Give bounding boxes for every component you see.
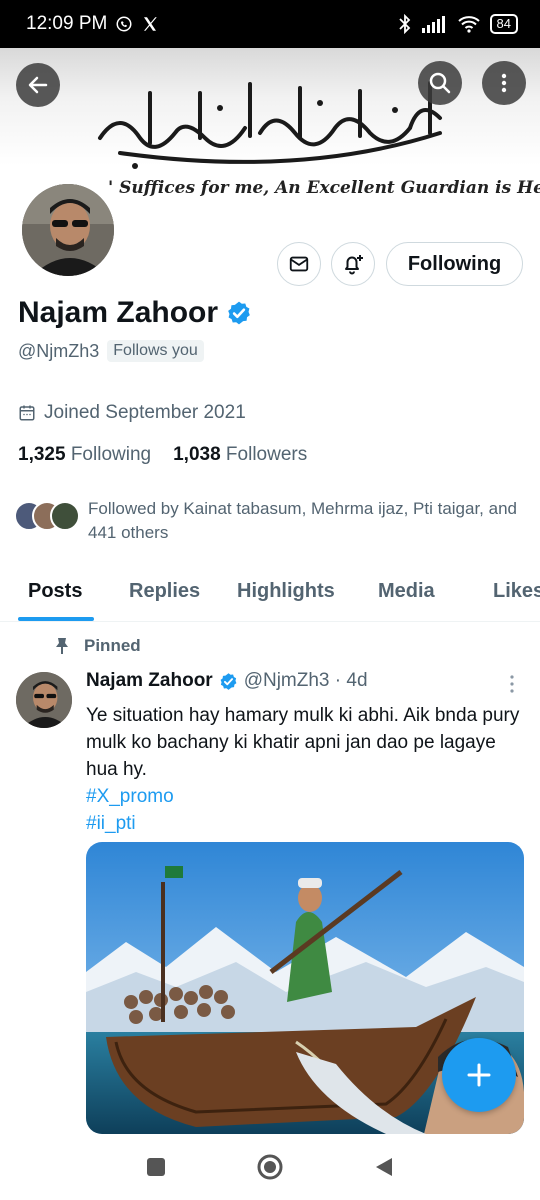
- back-button[interactable]: [16, 63, 60, 107]
- compose-post-button[interactable]: [442, 1038, 516, 1112]
- mutual-avatar: [50, 501, 80, 531]
- profile-handle: @NjmZh3: [18, 340, 100, 361]
- bluetooth-icon: [398, 14, 410, 34]
- profile-name-row: Najam Zahoor: [18, 296, 252, 330]
- following-stat[interactable]: 1,325 Following: [18, 444, 151, 466]
- tweet-text: Ye situation hay hamary mulk ki abhi. Ai…: [86, 705, 520, 780]
- nav-home-icon[interactable]: [256, 1153, 284, 1181]
- profile-name: Najam Zahoor: [18, 296, 219, 329]
- tab-highlights[interactable]: Highlights: [237, 580, 335, 603]
- followed-by-text: Followed by Kainat tabasum, Mehrma ijaz,…: [88, 499, 517, 542]
- calendar-icon: [19, 405, 35, 421]
- pinned-label: Pinned: [54, 636, 141, 656]
- pinned-text: Pinned: [84, 636, 141, 655]
- more-vertical-icon: [501, 73, 507, 93]
- following-label: Following: [70, 444, 152, 465]
- mutual-avatars: [14, 501, 80, 537]
- mail-icon: [289, 256, 309, 272]
- back-arrow-icon: [28, 76, 48, 94]
- follow-stats: 1,325 Following 1,038 Followers: [18, 444, 307, 466]
- system-nav-bar: [0, 1134, 540, 1200]
- wifi-icon: [457, 16, 480, 33]
- search-button[interactable]: [418, 61, 462, 105]
- message-button[interactable]: [277, 242, 321, 286]
- tweet-header: Najam Zahoor @NjmZh3 · 4d: [86, 670, 368, 692]
- following-button[interactable]: Following: [386, 242, 523, 286]
- pin-icon: [56, 638, 68, 654]
- tab-likes[interactable]: Likes: [493, 580, 540, 603]
- tweet-body: Ye situation hay hamary mulk ki abhi. Ai…: [86, 702, 526, 837]
- nav-recents-icon[interactable]: [146, 1157, 166, 1177]
- profile-handle-row: @NjmZh3 Follows you: [18, 340, 204, 362]
- notifications-button[interactable]: [331, 242, 375, 286]
- bell-plus-icon: [345, 255, 363, 275]
- search-icon: [429, 72, 451, 94]
- tab-replies[interactable]: Replies: [129, 580, 200, 603]
- nav-back-icon[interactable]: [374, 1156, 394, 1178]
- followers-label: Followers: [225, 444, 308, 465]
- more-options-button[interactable]: [482, 61, 526, 105]
- more-vertical-icon: [510, 675, 514, 693]
- status-time: 12:09 PM: [26, 13, 108, 34]
- x-logo-icon: [144, 17, 158, 31]
- followers-stat[interactable]: 1,038 Followers: [173, 444, 307, 466]
- tweet-avatar-photo: [16, 672, 72, 728]
- hashtag-link[interactable]: #X_promo: [86, 783, 526, 810]
- tweet-avatar[interactable]: [16, 672, 72, 728]
- battery-indicator: 84: [489, 14, 518, 34]
- avatar-photo: [22, 184, 114, 276]
- following-count: 1,325: [18, 444, 66, 465]
- verified-badge-icon: [220, 672, 237, 690]
- tab-media[interactable]: Media: [378, 580, 435, 603]
- profile-avatar[interactable]: [18, 180, 118, 280]
- followed-by[interactable]: Followed by Kainat tabasum, Mehrma ijaz,…: [14, 497, 524, 545]
- signal-icon: [421, 16, 445, 33]
- active-tab-indicator: [18, 617, 94, 621]
- tab-posts[interactable]: Posts: [28, 580, 82, 603]
- hashtag-link[interactable]: #ii_pti: [86, 810, 526, 837]
- banner-caption: ' Suffices for me, An Excellent Guardian…: [108, 178, 540, 198]
- tweet-author[interactable]: Najam Zahoor: [86, 670, 213, 692]
- whatsapp-icon: [116, 16, 132, 32]
- status-bar: 12:09 PM 84: [0, 0, 540, 48]
- joined-text: Joined September 2021: [44, 402, 246, 423]
- joined-date: Joined September 2021: [18, 402, 246, 424]
- followers-count: 1,038: [173, 444, 221, 465]
- profile-tabs: Posts Replies Highlights Media Likes: [0, 568, 540, 622]
- tweet-handle-time: @NjmZh3 · 4d: [243, 670, 368, 691]
- follows-you-badge: Follows you: [107, 340, 204, 362]
- compose-plus-icon: [467, 1063, 491, 1087]
- verified-badge-icon: [228, 301, 250, 325]
- tweet-more-button[interactable]: [506, 674, 518, 699]
